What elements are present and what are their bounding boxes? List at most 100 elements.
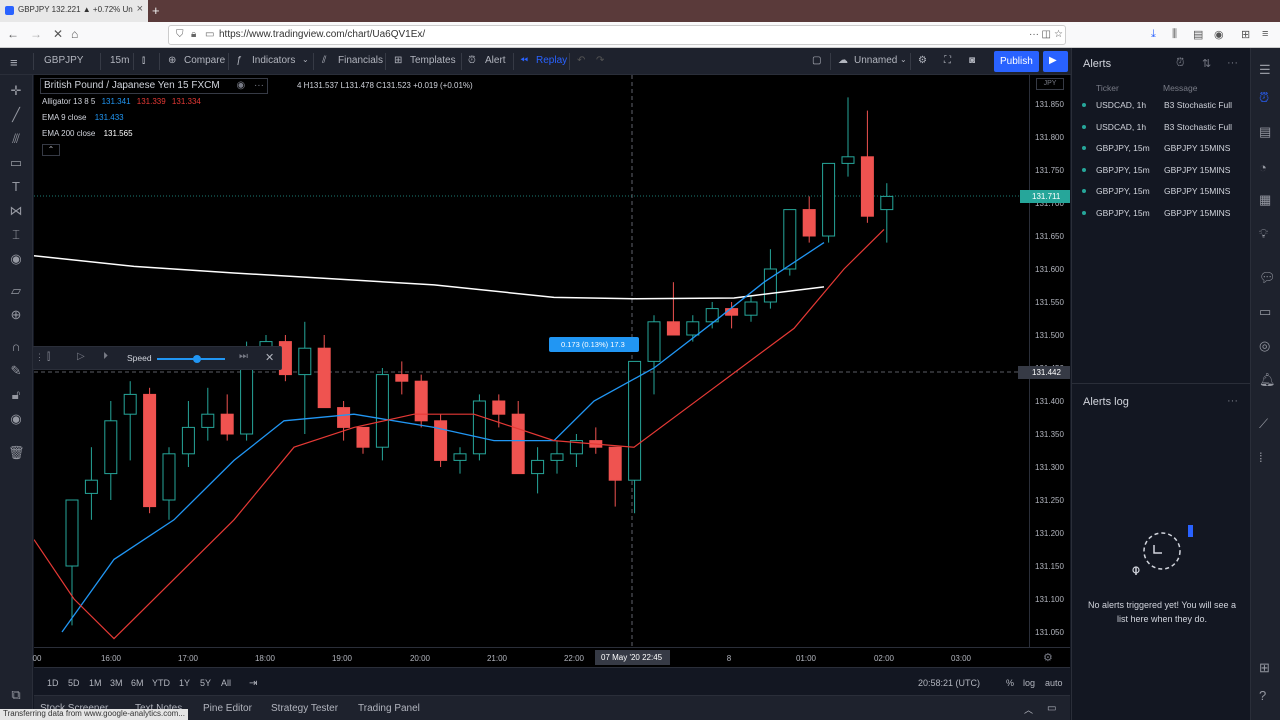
time-axis[interactable]: 00 16:00 17:00 18:00 19:00 20:00 21:00 22:00 8 01…	[33, 647, 1070, 667]
help-icon[interactable]: ◎	[1259, 338, 1270, 354]
home-icon[interactable]: ⌂	[71, 27, 78, 41]
utc-clock[interactable]: 20:58:21 (UTC)	[918, 678, 980, 688]
tab-trading-panel[interactable]: Trading Panel	[358, 703, 420, 714]
new-tab-icon[interactable]: +	[152, 3, 160, 18]
interval-button[interactable]: 15m	[110, 55, 129, 66]
alerts-clock-icon[interactable]: ⏰︎	[1259, 90, 1269, 106]
alert-button[interactable]: Alert	[485, 55, 506, 66]
fib-tool-icon[interactable]: ⫻	[8, 131, 24, 147]
streams-icon[interactable]: ▭	[1259, 304, 1271, 320]
replay-button[interactable]: Replay	[536, 55, 567, 66]
eye-icon[interactable]: ◉	[8, 251, 24, 267]
data-window-icon[interactable]: ▤	[1259, 124, 1271, 140]
fullscreen-icon[interactable]: ⛶	[944, 55, 951, 66]
back-icon[interactable]: ←	[7, 27, 19, 41]
lock-drawings-icon[interactable]: 🔓︎	[8, 387, 24, 403]
templates-icon[interactable]: ⊞	[394, 55, 402, 66]
watchlist-icon[interactable]: ☰	[1259, 62, 1271, 78]
financials-button[interactable]: Financials	[338, 55, 383, 66]
browser-tab[interactable]: GBPJPY 132.221 ▲ +0.72% Un ×	[0, 0, 148, 22]
legend-more-icon[interactable]: ···	[254, 80, 264, 91]
range-button-5y[interactable]: 5Y	[200, 678, 211, 688]
rectangle-icon[interactable]: ▭	[8, 155, 24, 171]
main-menu-icon[interactable]: ≡	[10, 55, 18, 70]
range-button-3m[interactable]: 3M	[110, 678, 123, 688]
redo-icon[interactable]: ↷	[596, 55, 604, 66]
dom-icon[interactable]: ⟋	[1259, 416, 1268, 432]
chart-settings-gear-icon[interactable]: ⚙︎	[1043, 651, 1053, 664]
orders-icon[interactable]: ⁞	[1259, 450, 1263, 465]
expand-panel-icon[interactable]: ⊞	[1259, 660, 1270, 676]
notifications-icon[interactable]: 🔔︎	[1259, 372, 1276, 388]
goto-date-icon[interactable]: ⇥	[249, 678, 257, 689]
forward-icon[interactable]: →	[30, 27, 42, 41]
templates-button[interactable]: Templates	[410, 55, 456, 66]
tab-strategy-tester[interactable]: Strategy Tester	[271, 703, 338, 714]
extensions-icon[interactable]: ⊞	[1241, 28, 1250, 41]
zoom-in-icon[interactable]: ⊕	[8, 307, 24, 323]
symbol-legend[interactable]: British Pound / Japanese Yen 15 FXCM ◉ ·…	[40, 78, 268, 94]
select-bar-icon[interactable]: ⫿	[47, 352, 50, 363]
alert-icon[interactable]: ⏰︎	[468, 55, 476, 66]
collapse-panel-icon[interactable]: ︿	[1024, 703, 1033, 716]
shield-icon[interactable]: ⛉	[176, 29, 184, 40]
symbol-search-button[interactable]: GBPJPY	[44, 55, 83, 66]
range-button-1y[interactable]: 1Y	[179, 678, 190, 688]
library-icon[interactable]: ⫼	[1172, 28, 1177, 41]
speed-slider-thumb[interactable]	[193, 355, 201, 363]
support-icon[interactable]: ?	[1259, 688, 1266, 703]
financials-icon[interactable]: ⫽	[322, 55, 326, 66]
alert-row[interactable]: GBPJPY, 15m GBPJPY 15MINS	[1072, 160, 1250, 181]
collapse-legend-icon[interactable]: ⌃	[42, 144, 60, 156]
currency-label[interactable]: JPY	[1036, 78, 1064, 90]
alert-row[interactable]: GBPJPY, 15m GBPJPY 15MINS	[1072, 138, 1250, 159]
download-icon[interactable]: ⤓	[1151, 28, 1156, 41]
page-actions-icon[interactable]: ···	[1029, 29, 1039, 40]
permissions-icon[interactable]: ▭	[205, 29, 214, 40]
lock-icon[interactable]: 🔒︎	[191, 29, 196, 40]
chart-type-icon[interactable]: ⫾	[142, 55, 145, 66]
range-button-ytd[interactable]: YTD	[152, 678, 170, 688]
close-tab-icon[interactable]: ×	[137, 3, 143, 15]
range-button-all[interactable]: All	[221, 678, 231, 688]
menu-icon[interactable]: ≡	[1262, 28, 1268, 40]
ema200-legend[interactable]: EMA 200 close 131.565	[42, 129, 133, 138]
alerts-more-icon[interactable]: ···	[1227, 57, 1238, 69]
drag-handle-icon[interactable]: ⋮	[35, 352, 44, 363]
layout-name-button[interactable]: Unnamed	[854, 55, 897, 66]
prediction-icon[interactable]: ⌶	[8, 227, 24, 243]
log-toggle[interactable]: log	[1023, 678, 1035, 688]
account-icon[interactable]: ◉	[1214, 28, 1224, 41]
percent-toggle[interactable]: %	[1006, 678, 1014, 688]
text-tool-icon[interactable]: T	[8, 179, 24, 194]
add-alert-icon[interactable]: ⏰︎	[1176, 57, 1185, 70]
alligator-legend[interactable]: Alligator 13 8 5 131.341 131.339 131.334	[42, 97, 201, 106]
alert-row[interactable]: GBPJPY, 15m GBPJPY 15MINS	[1072, 181, 1250, 202]
crosshair-icon[interactable]: ✛	[8, 83, 24, 99]
forward-step-icon[interactable]: ⏵︎	[103, 351, 108, 362]
legend-hide-icon[interactable]: ◉	[236, 80, 245, 91]
range-button-1m[interactable]: 1M	[89, 678, 102, 688]
pocket-icon[interactable]: ◫	[1042, 29, 1051, 40]
indicators-button[interactable]: Indicators	[252, 55, 295, 66]
bookmark-star-icon[interactable]: ☆	[1054, 29, 1063, 40]
range-button-5d[interactable]: 5D	[68, 678, 80, 688]
compare-button[interactable]: Compare	[184, 55, 225, 66]
layout-dropdown-icon[interactable]: ⌄	[900, 55, 907, 64]
camera-icon[interactable]: ◙	[969, 55, 975, 66]
ideas-icon[interactable]: 💡︎	[1259, 226, 1268, 242]
url-field[interactable]: ⛉ 🔒︎ ▭ https://www.tradingview.com/chart…	[168, 25, 1066, 45]
auto-toggle[interactable]: auto	[1045, 678, 1063, 688]
publish-button[interactable]: Publish	[994, 51, 1039, 72]
sort-alerts-icon[interactable]: ⇅	[1202, 57, 1211, 70]
stop-icon[interactable]: ✕	[53, 27, 63, 41]
undo-icon[interactable]: ↶	[577, 55, 585, 66]
close-replay-icon[interactable]: ✕	[265, 351, 274, 364]
stay-drawing-icon[interactable]: ✎	[8, 363, 24, 379]
object-tree-icon[interactable]: ⧉	[8, 687, 24, 703]
hide-drawings-icon[interactable]: ◉	[8, 411, 24, 427]
ema9-legend[interactable]: EMA 9 close 131.433	[42, 113, 124, 122]
indicators-dropdown-icon[interactable]: ⌄	[302, 55, 309, 64]
range-button-1d[interactable]: 1D	[47, 678, 59, 688]
range-button-6m[interactable]: 6M	[131, 678, 144, 688]
